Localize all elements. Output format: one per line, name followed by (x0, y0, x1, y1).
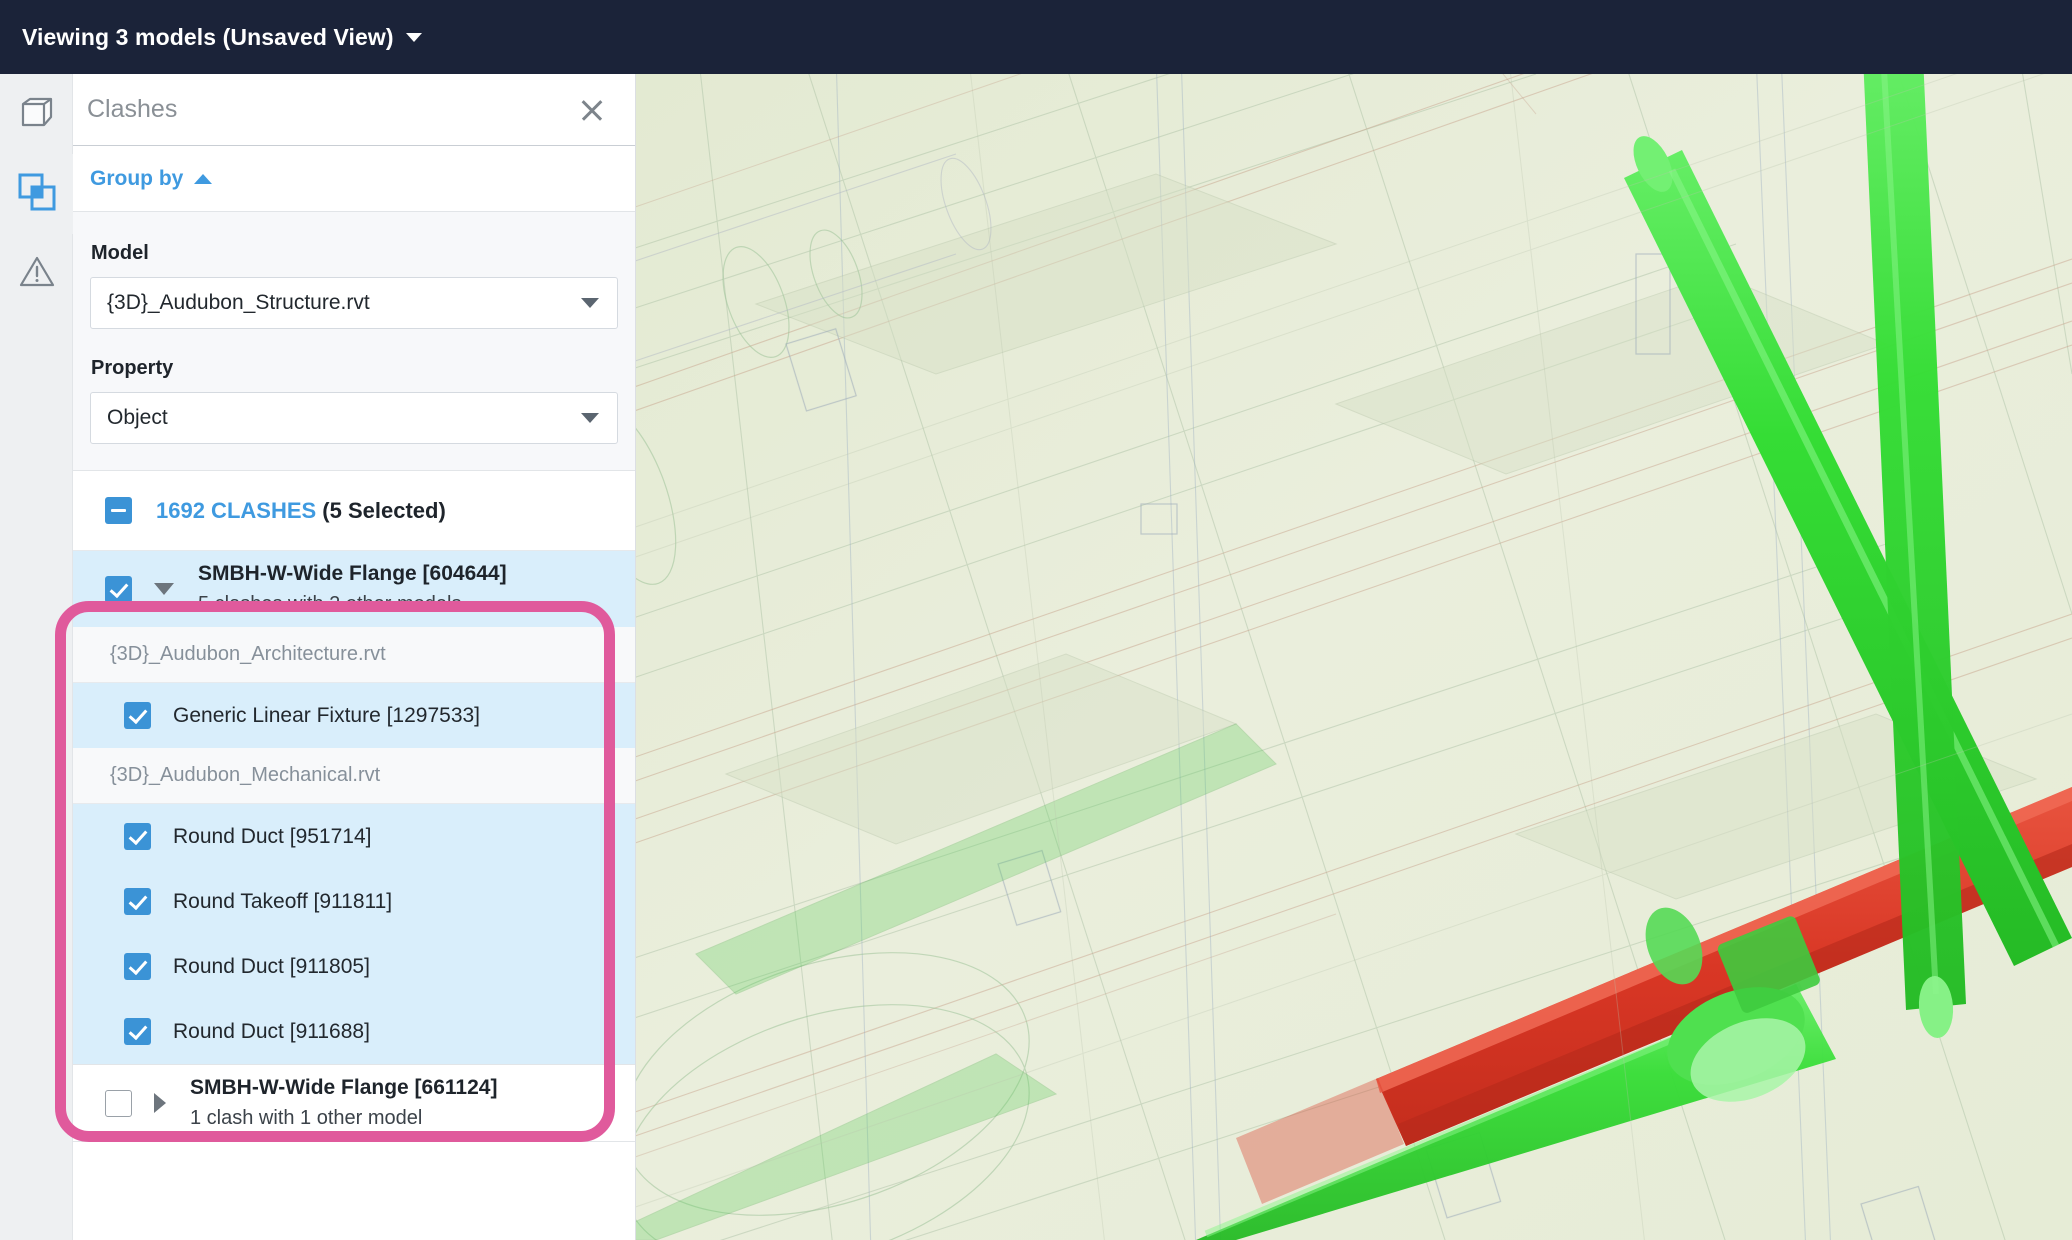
clash-count-number: 1692 CLASHES (156, 497, 317, 523)
group-subtitle: 5 clashes with 2 other models (198, 592, 462, 615)
clashes-panel: Clashes Group by Model {3D}_Audubon_Stru… (73, 74, 636, 1240)
caret-right-icon[interactable] (154, 1093, 166, 1113)
group-by-label: Group by (90, 166, 184, 190)
clash-list[interactable]: SMBH-W-Wide Flange [604644] 5 clashes wi… (73, 551, 635, 1142)
model-group-name: {3D}_Audubon_Architecture.rvt (110, 643, 386, 665)
group-text: SMBH-W-Wide Flange [661124] 1 clash with… (190, 1075, 497, 1130)
item-checkbox[interactable] (124, 702, 151, 729)
item-label: Generic Linear Fixture [1297533] (173, 703, 481, 727)
clash-overlap-icon (16, 171, 58, 218)
caret-down-icon[interactable] (154, 583, 174, 595)
top-bar: Viewing 3 models (Unsaved View) (0, 0, 2072, 74)
clash-count-row: 1692 CLASHES (5 Selected) (73, 471, 635, 551)
clash-item-row[interactable]: Round Duct [911688] (73, 999, 635, 1064)
clash-count-label: 1692 CLASHES (5 Selected) (156, 498, 446, 524)
sidebar-item-clashes[interactable] (0, 154, 73, 234)
group-text: SMBH-W-Wide Flange [604644] 5 clashes wi… (198, 561, 507, 616)
filters-section: Model {3D}_Audubon_Structure.rvt Propert… (73, 212, 635, 471)
group-title: SMBH-W-Wide Flange [604644] (198, 562, 507, 586)
clash-item-row[interactable]: Round Duct [911805] (73, 934, 635, 999)
3d-model-viewport[interactable] (636, 74, 2072, 1240)
item-checkbox[interactable] (124, 1018, 151, 1045)
item-label: Round Duct [911688] (173, 1019, 370, 1043)
group-subtitle: 1 clash with 1 other model (190, 1106, 423, 1129)
clash-item-row[interactable]: Round Duct [951714] (73, 804, 635, 869)
cube-icon (17, 92, 57, 137)
model-group-header: {3D}_Audubon_Architecture.rvt (73, 627, 635, 683)
group-by-toggle[interactable]: Group by (73, 146, 635, 212)
clash-item-row[interactable]: Round Takeoff [911811] (73, 869, 635, 934)
item-checkbox[interactable] (124, 953, 151, 980)
item-label: Round Duct [951714] (173, 824, 372, 848)
sidebar-item-issues[interactable] (0, 234, 73, 314)
clash-item-row[interactable]: Generic Linear Fixture [1297533] (73, 683, 635, 748)
model-select[interactable]: {3D}_Audubon_Structure.rvt (90, 277, 618, 329)
item-label: Round Duct [911805] (173, 954, 370, 978)
group-checkbox[interactable] (105, 575, 132, 603)
panel-header: Clashes (73, 74, 635, 146)
clash-group-row[interactable]: SMBH-W-Wide Flange [604644] 5 clashes wi… (73, 551, 635, 627)
item-checkbox[interactable] (124, 888, 151, 915)
clash-count-selected: (5 Selected) (316, 497, 446, 523)
chevron-up-icon (194, 173, 213, 184)
item-label: Round Takeoff [911811] (173, 889, 393, 913)
group-title: SMBH-W-Wide Flange [661124] (190, 1076, 498, 1100)
select-all-checkbox[interactable] (105, 497, 132, 524)
group-checkbox[interactable] (105, 1089, 132, 1117)
view-title: Viewing 3 models (Unsaved View) (22, 23, 394, 50)
list-divider (73, 1141, 635, 1142)
property-field-label: Property (91, 357, 174, 379)
close-icon[interactable] (577, 95, 607, 125)
chevron-down-icon (581, 298, 599, 308)
model-select-value: {3D}_Audubon_Structure.rvt (107, 291, 370, 314)
model-group-header: {3D}_Audubon_Mechanical.rvt (73, 748, 635, 804)
application-window: Viewing 3 models (Unsaved View) Clashes … (0, 0, 2072, 1240)
warning-triangle-icon (17, 252, 57, 297)
property-select-value: Object (107, 406, 168, 429)
left-icon-rail (0, 74, 73, 1240)
3d-model-canvas (636, 74, 2072, 1240)
panel-title: Clashes (87, 95, 178, 123)
item-checkbox[interactable] (124, 823, 151, 850)
model-group-name: {3D}_Audubon_Mechanical.rvt (110, 764, 381, 786)
sidebar-item-models[interactable] (0, 74, 73, 154)
model-field-label: Model (91, 242, 149, 264)
chevron-down-icon (581, 413, 599, 423)
clash-group-row[interactable]: SMBH-W-Wide Flange [661124] 1 clash with… (73, 1065, 635, 1141)
chevron-down-icon[interactable] (405, 32, 422, 42)
property-select[interactable]: Object (90, 392, 618, 444)
